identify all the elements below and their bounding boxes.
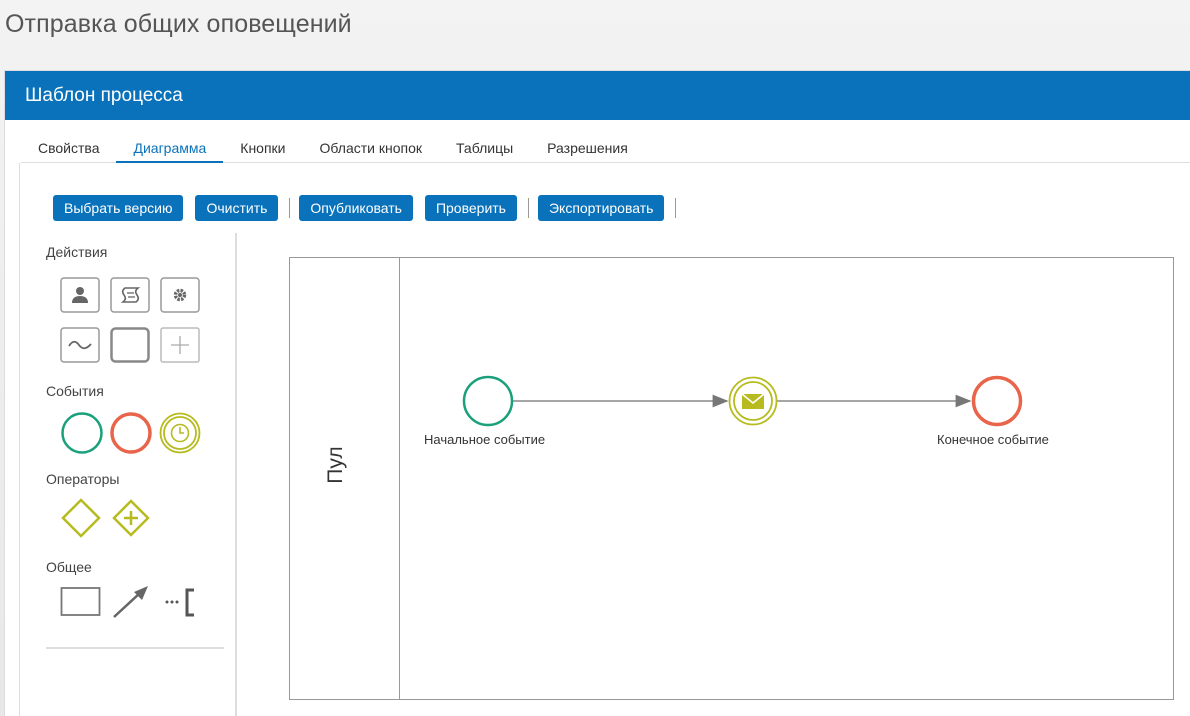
diagram-tab-body: Выбрать версию Очистить Опубликовать Про…	[19, 163, 1190, 716]
add-icon[interactable]	[160, 327, 200, 363]
toolbar-separator	[527, 198, 529, 218]
start-event-label: Начальное событие	[424, 432, 546, 447]
shape-palette: Действия События Операторы Общее	[46, 233, 224, 716]
end-event-label: Конечное событие	[937, 432, 1049, 447]
user-task-icon[interactable]	[60, 277, 100, 313]
script-task-icon[interactable]	[110, 277, 150, 313]
clear-button[interactable]: Очистить	[195, 195, 279, 221]
check-button[interactable]: Проверить	[424, 195, 517, 221]
page-title: Отправка общих оповещений	[5, 10, 352, 38]
tab-button-areas[interactable]: Области кнопок	[303, 131, 440, 163]
tab-diagram[interactable]: Диаграмма	[116, 131, 224, 163]
tab-properties[interactable]: Свойства	[21, 131, 116, 163]
task-icon[interactable]	[110, 327, 150, 363]
tab-bar: Свойства Диаграмма Кнопки Области кнопок…	[21, 131, 1190, 163]
toolbar: Выбрать версию Очистить Опубликовать Про…	[53, 195, 685, 221]
tab-tables[interactable]: Таблицы	[439, 131, 530, 163]
panel-header: Шаблон процесса	[5, 71, 1190, 120]
palette-operators-title: Операторы	[46, 471, 120, 487]
palette-vertical-divider	[235, 233, 237, 716]
timer-event-icon[interactable]	[158, 411, 202, 455]
toolbar-separator	[289, 198, 291, 218]
diagram-canvas[interactable]: Пул Начальное событие Конечное событие	[289, 257, 1174, 700]
start-event-icon[interactable]	[60, 411, 104, 455]
process-template-panel: Шаблон процесса Свойства Диаграмма Кнопк…	[4, 70, 1190, 716]
tab-buttons[interactable]: Кнопки	[223, 131, 302, 163]
select-version-button[interactable]: Выбрать версию	[53, 195, 184, 221]
end-event[interactable]	[971, 375, 1023, 427]
connector-icon[interactable]	[110, 583, 152, 621]
palette-actions-title: Действия	[46, 244, 108, 260]
palette-events-title: События	[46, 383, 104, 399]
envelope-icon	[741, 393, 765, 409]
palette-general-title: Общее	[46, 559, 92, 575]
publish-button[interactable]: Опубликовать	[299, 195, 413, 221]
export-button[interactable]: Экспортировать	[537, 195, 665, 221]
subprocess-icon[interactable]	[60, 327, 100, 363]
palette-divider	[46, 647, 224, 649]
service-task-icon[interactable]	[160, 277, 200, 313]
pool-icon[interactable]	[60, 585, 102, 619]
end-event-icon[interactable]	[109, 411, 153, 455]
tab-permissions[interactable]: Разрешения	[530, 131, 645, 163]
annotation-icon[interactable]	[160, 585, 202, 619]
toolbar-separator	[675, 198, 677, 218]
parallel-gateway-icon[interactable]	[110, 497, 152, 539]
diagram-flow	[462, 375, 1023, 427]
start-event[interactable]	[462, 375, 514, 427]
message-intermediate-event[interactable]	[728, 376, 778, 426]
exclusive-gateway-icon[interactable]	[60, 497, 102, 539]
